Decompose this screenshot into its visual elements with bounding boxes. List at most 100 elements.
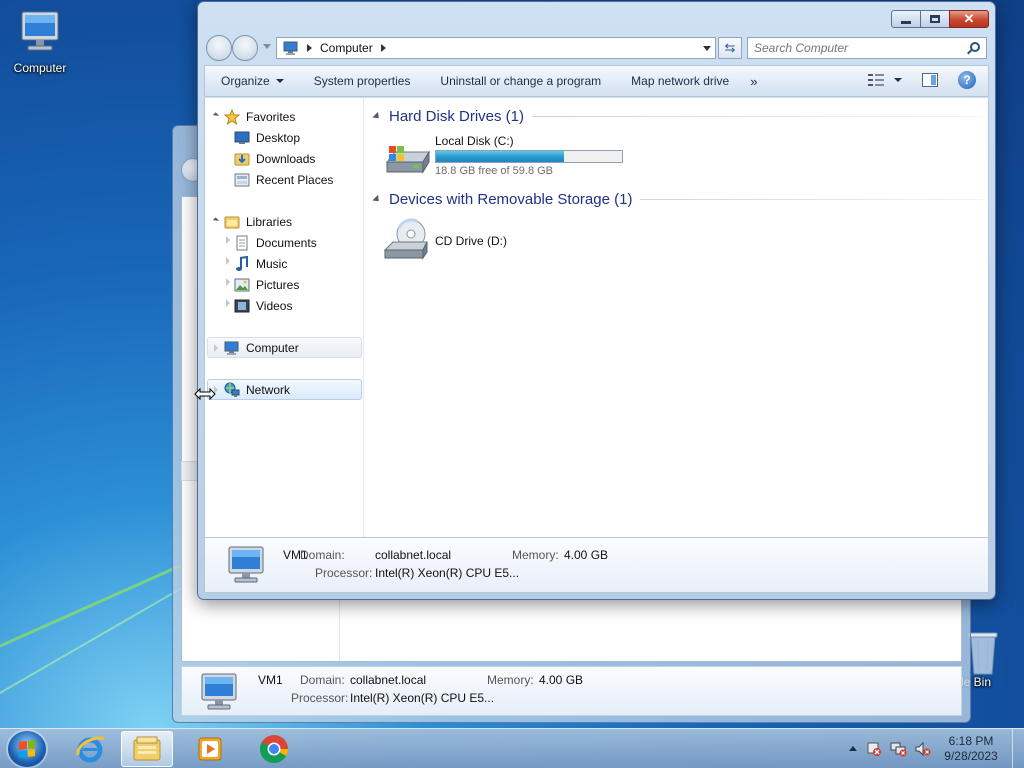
nav-item-downloads[interactable]: Downloads: [234, 148, 315, 169]
drive-item-d[interactable]: CD Drive (D:): [383, 218, 563, 264]
minimize-button[interactable]: [891, 10, 921, 28]
internet-explorer-icon: [76, 736, 105, 763]
breadcrumb-separator-icon[interactable]: [307, 44, 312, 52]
breadcrumb-computer[interactable]: Computer: [320, 41, 373, 55]
nav-item-music[interactable]: Music: [234, 253, 287, 274]
help-icon[interactable]: ?: [958, 71, 976, 89]
show-hidden-icons-button[interactable]: [849, 746, 857, 751]
desktop-computer[interactable]: Computer: [0, 8, 80, 75]
explorer-window[interactable]: ✕ Computer ⇆ Organize System properties …: [197, 1, 996, 600]
collapse-group-icon[interactable]: [372, 194, 382, 205]
forward-button[interactable]: [232, 35, 258, 61]
star-icon: [224, 108, 240, 125]
nav-item-favorites[interactable]: Favorites: [224, 106, 295, 127]
command-bar: Organize System properties Uninstall or …: [204, 65, 989, 97]
taskbar: 6:18 PM 9/28/2023: [0, 728, 1024, 768]
maximize-button[interactable]: [920, 10, 950, 28]
content-pane: Hard Disk Drives (1) Local Disk (C:) 18.…: [365, 98, 988, 538]
collapse-group-icon[interactable]: [372, 111, 382, 122]
memory-value: 4.00 GB: [539, 673, 584, 687]
volume-muted-icon[interactable]: [914, 741, 932, 757]
computer-icon: [283, 41, 298, 55]
expand-favorites-icon[interactable]: [212, 112, 220, 119]
view-options-chevron-icon[interactable]: [894, 78, 902, 82]
nav-label: Network: [246, 382, 291, 397]
action-center-icon[interactable]: [866, 741, 882, 757]
more-commands-button[interactable]: »: [744, 74, 767, 89]
view-controls: ?: [868, 71, 976, 89]
nav-item-libraries[interactable]: Libraries: [224, 211, 292, 232]
computer-icon: [224, 341, 239, 355]
system-properties-button[interactable]: System properties: [299, 74, 426, 88]
music-icon: [236, 255, 248, 271]
drive-free-space: 18.8 GB free of 59.8 GB: [435, 165, 554, 177]
clock-date: 9/28/2023: [944, 749, 998, 763]
nav-item-pictures[interactable]: Pictures: [234, 274, 299, 295]
computer-name: VM1: [258, 673, 283, 687]
address-dropdown-icon[interactable]: [703, 46, 711, 51]
system-clock[interactable]: 6:18 PM 9/28/2023: [936, 734, 1006, 764]
nav-item-videos[interactable]: Videos: [234, 295, 292, 316]
computer-icon: [228, 546, 264, 583]
show-desktop-button[interactable]: [1012, 729, 1024, 768]
expand-libraries-icon[interactable]: [212, 217, 220, 224]
documents-icon: [236, 235, 248, 250]
back-button[interactable]: [206, 35, 232, 61]
expand-pictures-icon[interactable]: [226, 278, 230, 286]
recent-pages-button[interactable]: [263, 44, 271, 49]
domain-label: Domain:: [300, 673, 345, 687]
nav-item-documents[interactable]: Documents: [234, 232, 317, 253]
start-button[interactable]: [8, 731, 46, 767]
downloads-folder-icon: [234, 153, 250, 165]
nav-label: Recent Places: [256, 172, 334, 187]
network-status-icon[interactable]: [890, 741, 908, 757]
map-network-drive-button[interactable]: Map network drive: [616, 74, 744, 88]
computer-icon: [201, 673, 237, 710]
drive-usage-bar: [435, 150, 623, 163]
explorer-icon: [133, 736, 161, 761]
windows-logo-icon: [19, 740, 35, 758]
uninstall-program-button[interactable]: Uninstall or change a program: [425, 74, 616, 88]
recent-places-icon: [234, 173, 250, 186]
desktop-computer-label: Computer: [13, 61, 67, 75]
refresh-icon: ⇆: [724, 40, 736, 55]
group-title: Devices with Removable Storage (1): [389, 191, 633, 208]
breadcrumb-separator-icon[interactable]: [380, 44, 386, 52]
nav-item-computer[interactable]: Computer: [224, 337, 299, 358]
memory-value: 4.00 GB: [564, 548, 609, 562]
drive-item-c[interactable]: Local Disk (C:) 18.8 GB free of 59.8 GB: [383, 134, 633, 180]
memory-label: Memory:: [487, 673, 534, 687]
group-header-hard-disk-drives[interactable]: Hard Disk Drives (1): [372, 108, 983, 125]
taskbar-windows-explorer[interactable]: [121, 731, 173, 767]
taskbar-internet-explorer[interactable]: [64, 731, 116, 767]
chevron-down-icon: [275, 79, 284, 83]
memory-label: Memory:: [512, 548, 559, 562]
processor-value: Intel(R) Xeon(R) CPU E5...: [375, 566, 520, 580]
close-button[interactable]: ✕: [949, 10, 989, 28]
refresh-button[interactable]: ⇆: [718, 37, 742, 59]
nav-item-desktop[interactable]: Desktop: [234, 127, 300, 148]
change-view-icon[interactable]: [868, 74, 884, 86]
domain-value: collabnet.local: [350, 673, 427, 687]
background-details-pane: VM1 Domain: collabnet.local Memory: 4.00…: [181, 666, 962, 716]
address-bar[interactable]: Computer: [276, 37, 716, 59]
nav-item-recent-places[interactable]: Recent Places: [234, 169, 333, 190]
network-icon: [224, 382, 240, 397]
expand-videos-icon[interactable]: [226, 299, 230, 307]
group-title: Hard Disk Drives (1): [389, 108, 525, 125]
taskbar-media-player[interactable]: [184, 731, 236, 767]
search-box[interactable]: [747, 37, 987, 59]
organize-button[interactable]: Organize: [205, 74, 299, 88]
group-divider: [532, 116, 983, 117]
organize-label: Organize: [221, 74, 270, 88]
expand-computer-icon[interactable]: [214, 344, 218, 352]
group-header-removable-storage[interactable]: Devices with Removable Storage (1): [372, 191, 983, 208]
nav-item-network[interactable]: Network: [224, 379, 290, 400]
search-icon[interactable]: [970, 42, 980, 52]
expand-music-icon[interactable]: [226, 257, 230, 265]
search-input[interactable]: [748, 38, 948, 58]
taskbar-chrome[interactable]: [248, 731, 300, 767]
expand-documents-icon[interactable]: [226, 236, 230, 244]
preview-pane-icon[interactable]: [922, 73, 938, 87]
domain-label: Domain:: [300, 548, 345, 562]
